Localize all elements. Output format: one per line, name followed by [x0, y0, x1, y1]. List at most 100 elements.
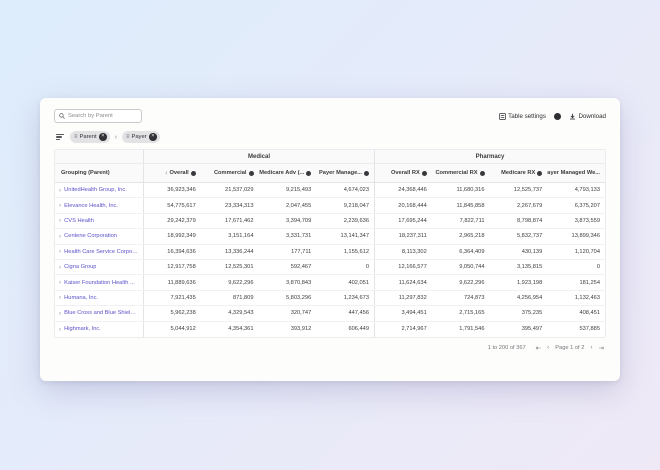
value-cell: 18,992,349: [143, 229, 201, 243]
column-menu-icon[interactable]: [306, 171, 311, 176]
parent-company-link[interactable]: Cigna Group: [64, 264, 96, 270]
row-expander-icon[interactable]: ›: [59, 294, 61, 301]
chip-parent-label: Parent: [80, 134, 97, 140]
row-name-cell: ›Elevance Health, Inc.: [55, 198, 143, 212]
parent-company-link[interactable]: Elevance Health, Inc.: [64, 203, 118, 209]
prev-page-icon[interactable]: ‹: [547, 344, 549, 351]
column-header-commercial-rx[interactable]: Commercial RX: [432, 164, 490, 182]
value-cell: 447,456: [316, 306, 374, 320]
value-cell: 11,680,316: [432, 183, 490, 197]
column-header-grouping[interactable]: Grouping (Parent): [55, 164, 143, 182]
value-cell: 5,803,296: [259, 291, 317, 305]
parent-company-link[interactable]: UnitedHealth Group, Inc.: [64, 187, 127, 193]
chip-payer[interactable]: ≡ Payer ×: [122, 131, 160, 143]
value-cell: 24,368,446: [374, 183, 432, 197]
value-cell: 0: [547, 260, 605, 274]
chip-payer-close-icon[interactable]: ×: [149, 133, 157, 141]
column-header-medicare-rx[interactable]: Medicare RX: [490, 164, 548, 182]
value-cell: 1,155,612: [316, 245, 374, 259]
row-expander-icon[interactable]: ›: [59, 233, 61, 240]
toolbar: Table settings Download: [54, 109, 606, 123]
column-menu-icon[interactable]: [191, 171, 196, 176]
value-cell: 6,375,207: [547, 198, 605, 212]
table-settings-button[interactable]: Table settings: [499, 113, 546, 120]
value-cell: 6,364,409: [432, 245, 490, 259]
column-menu-icon[interactable]: [480, 171, 485, 176]
parent-company-link[interactable]: Centene Corporation: [64, 233, 117, 239]
search-box[interactable]: [54, 109, 142, 123]
grouping-chip-row: ≡ Parent × › ≡ Payer ×: [56, 131, 606, 143]
row-range-label: 1 to 200 of 367: [488, 345, 526, 351]
column-header-row: Grouping (Parent) ↓ Overall Commercial M…: [55, 164, 605, 183]
value-cell: 2,965,218: [432, 229, 490, 243]
last-page-icon[interactable]: ⇥: [599, 344, 604, 352]
row-expander-icon[interactable]: ›: [59, 202, 61, 209]
settings-badge-icon[interactable]: [554, 113, 561, 120]
value-cell: 408,451: [547, 306, 605, 320]
row-expander-icon[interactable]: ›: [59, 326, 61, 333]
value-cell: 21,537,029: [201, 183, 259, 197]
parent-company-link[interactable]: Blue Cross and Blue Shield ...: [64, 310, 138, 316]
column-menu-icon[interactable]: [537, 171, 542, 176]
table-settings-icon: [499, 113, 506, 120]
table-row: ›Health Care Service Corpor...16,394,636…: [55, 245, 605, 260]
parent-company-link[interactable]: Kaiser Foundation Health ...: [64, 280, 135, 286]
row-expander-icon[interactable]: ›: [59, 187, 61, 194]
column-header-overall-rx[interactable]: Overall RX: [374, 164, 432, 182]
value-cell: 3,331,731: [259, 229, 317, 243]
value-cell: 8,798,874: [490, 214, 548, 228]
table-settings-label: Table settings: [508, 113, 546, 120]
value-cell: 11,889,636: [143, 275, 201, 289]
row-expander-icon[interactable]: ›: [59, 310, 61, 317]
drag-handle-icon[interactable]: ≡: [126, 134, 129, 140]
search-input[interactable]: [68, 113, 137, 119]
value-cell: 430,139: [490, 245, 548, 259]
parent-company-link[interactable]: Highmark, Inc.: [64, 326, 101, 332]
value-cell: 0: [316, 260, 374, 274]
column-menu-icon[interactable]: [364, 171, 369, 176]
table-row: ›Centene Corporation18,992,3493,151,1643…: [55, 229, 605, 244]
parent-company-link[interactable]: Health Care Service Corpor...: [64, 249, 138, 255]
search-icon: [59, 113, 65, 119]
row-expander-icon[interactable]: ›: [59, 248, 61, 255]
column-header-payer-managed[interactable]: Payer Manage...: [316, 164, 374, 182]
download-label: Download: [578, 113, 606, 120]
value-cell: 3,394,709: [259, 214, 317, 228]
value-cell: 12,166,577: [374, 260, 432, 274]
value-cell: 592,467: [259, 260, 317, 274]
next-page-icon[interactable]: ›: [590, 344, 592, 351]
row-name-cell: ›UnitedHealth Group, Inc.: [55, 183, 143, 197]
download-icon: [569, 113, 576, 120]
column-menu-icon[interactable]: [249, 171, 254, 176]
value-cell: 36,923,346: [143, 183, 201, 197]
table-row: ›Elevance Health, Inc.54,775,61723,334,3…: [55, 198, 605, 213]
column-header-overall[interactable]: ↓ Overall: [143, 164, 201, 182]
drag-handle-icon[interactable]: ≡: [74, 134, 77, 140]
row-expander-icon[interactable]: ›: [59, 264, 61, 271]
column-header-payer-managed-rx[interactable]: Payer Managed We...: [547, 164, 605, 182]
value-cell: 537,885: [547, 322, 605, 337]
sort-desc-icon: ↓: [165, 170, 168, 176]
row-name-cell: ›Humana, Inc.: [55, 291, 143, 305]
download-button[interactable]: Download: [569, 113, 606, 120]
value-cell: 11,845,858: [432, 198, 490, 212]
chip-parent[interactable]: ≡ Parent ×: [70, 131, 110, 143]
column-header-commercial[interactable]: Commercial: [201, 164, 259, 182]
value-cell: 5,832,737: [490, 229, 548, 243]
value-cell: 13,141,347: [316, 229, 374, 243]
value-cell: 4,354,361: [201, 322, 259, 337]
row-expander-icon[interactable]: ›: [59, 279, 61, 286]
parent-company-link[interactable]: Humana, Inc.: [64, 295, 98, 301]
value-cell: 8,113,302: [374, 245, 432, 259]
chip-parent-close-icon[interactable]: ×: [99, 133, 107, 141]
value-cell: 606,449: [316, 322, 374, 337]
value-cell: 9,218,047: [316, 198, 374, 212]
value-cell: 9,622,296: [432, 275, 490, 289]
row-name-cell: ›Kaiser Foundation Health ...: [55, 275, 143, 289]
column-menu-icon[interactable]: [422, 171, 427, 176]
column-header-medicare-adv[interactable]: Medicare Adv (...: [259, 164, 317, 182]
row-expander-icon[interactable]: ›: [59, 217, 61, 224]
parent-company-link[interactable]: CVS Health: [64, 218, 94, 224]
value-cell: 23,334,313: [201, 198, 259, 212]
first-page-icon[interactable]: ⇤: [536, 344, 541, 352]
